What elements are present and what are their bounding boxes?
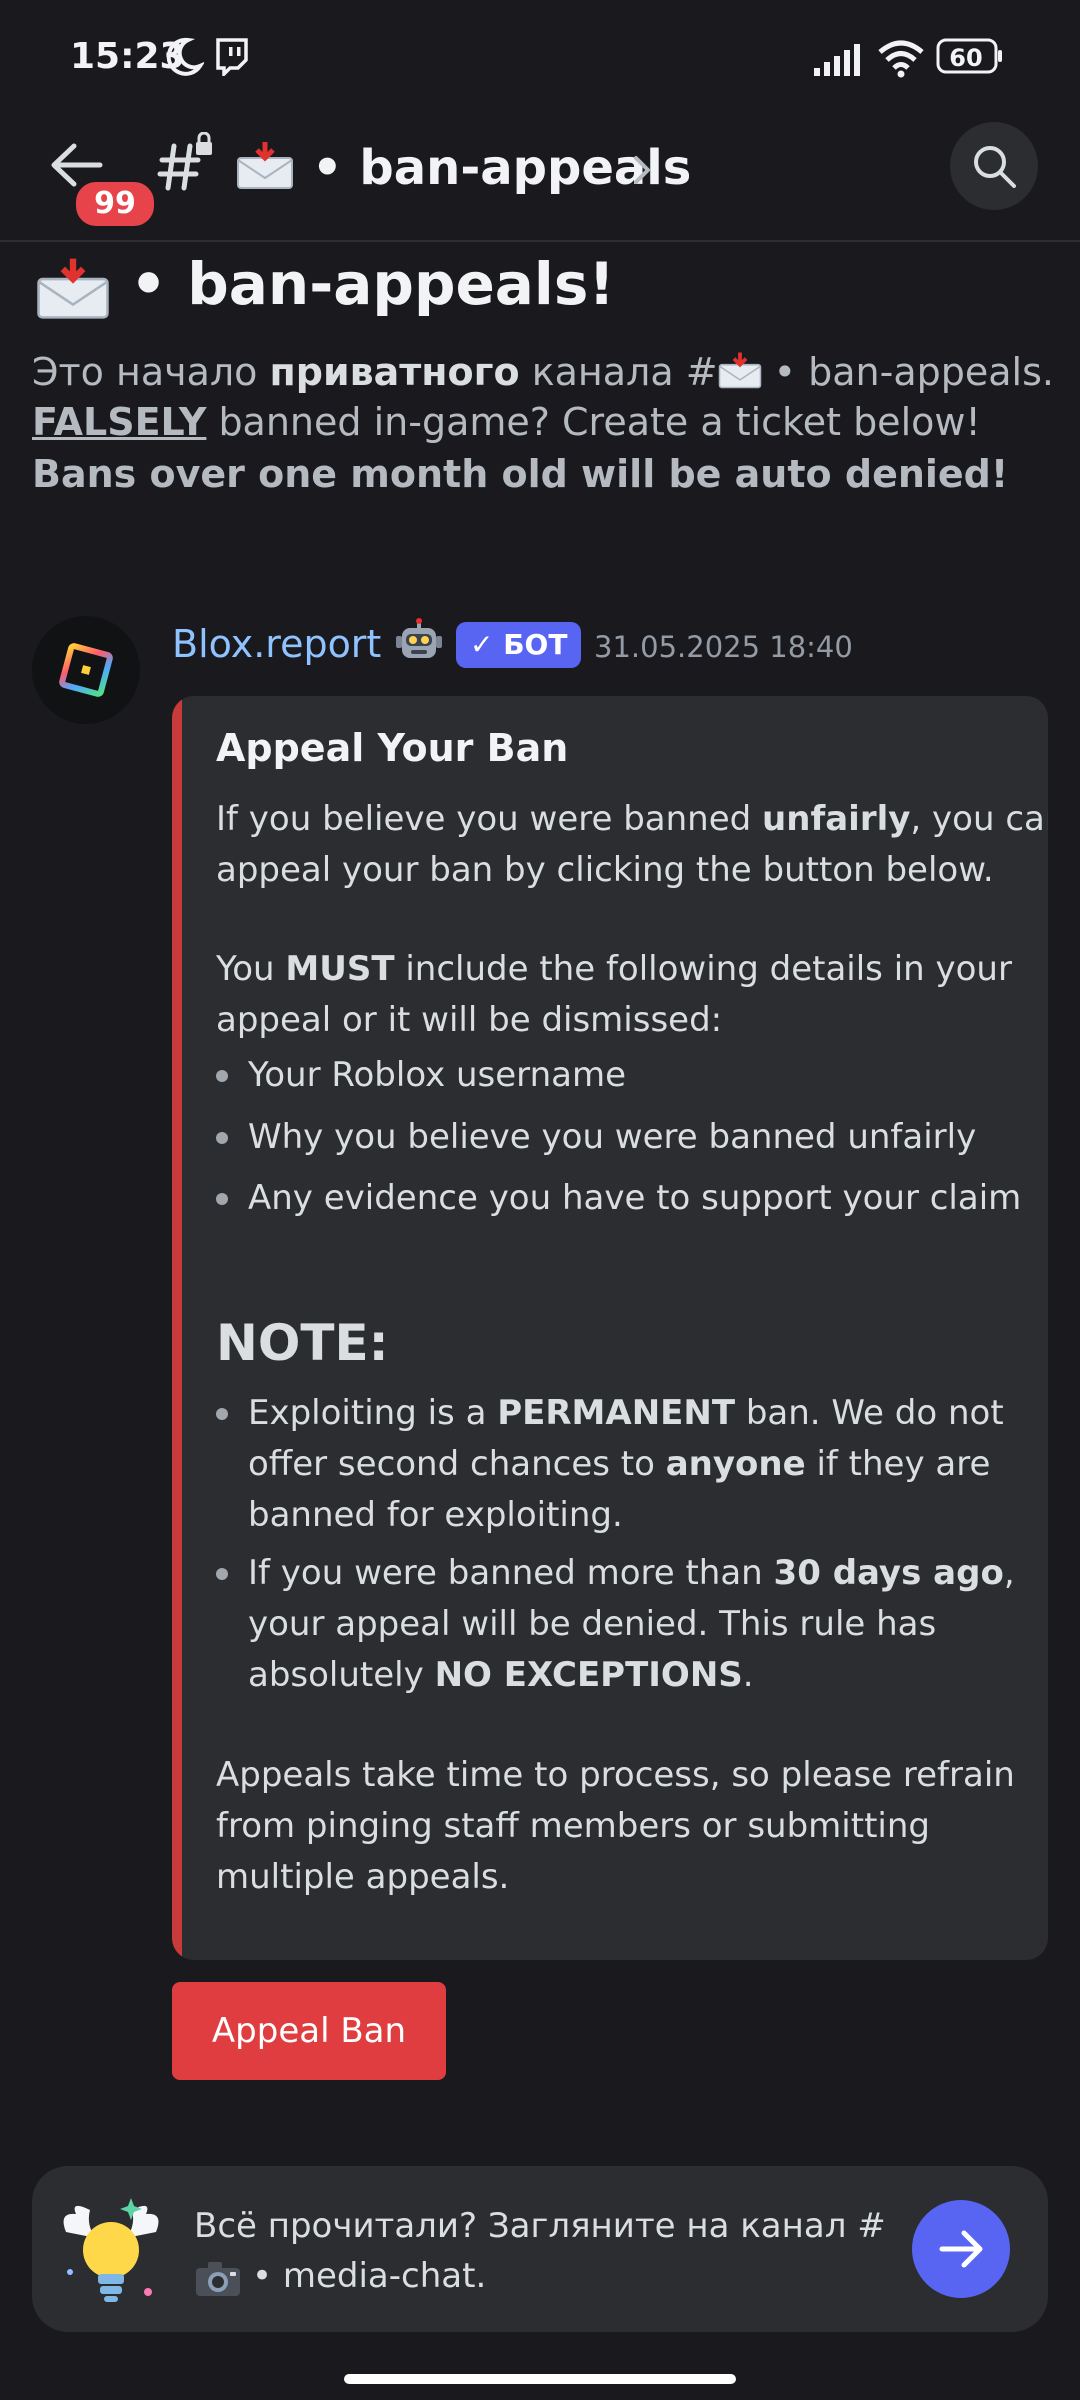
camera-icon <box>196 2262 240 2296</box>
list-item-continued: banned for exploiting. <box>248 1495 623 1535</box>
list-item: Your Roblox username <box>248 1055 626 1095</box>
embed-footer-text: multiple appeals. <box>216 1857 510 1897</box>
banner-text: Всё прочитали? Загляните на канал # <box>194 2206 886 2246</box>
battery-level: 60 <box>949 44 983 72</box>
author-name[interactable]: Blox.report <box>172 622 381 666</box>
embed-footer-text: from pinging staff members or submitting <box>216 1806 930 1846</box>
chevron-right-icon[interactable] <box>630 152 654 188</box>
lightbulb-icon <box>63 2198 159 2302</box>
bullet <box>216 1568 228 1580</box>
note-heading: NOTE: <box>216 1314 389 1372</box>
unread-badge: 99 <box>72 178 158 230</box>
channel-intro-line: Это начало приватного канала # • ban-app… <box>32 350 1054 394</box>
wifi-icon <box>878 40 924 78</box>
list-item-continued: offer second chances to anyone if they a… <box>248 1444 991 1484</box>
embed-footer-text: Appeals take time to process, so please … <box>216 1755 1015 1795</box>
avatar[interactable] <box>32 616 140 724</box>
channel-intro-line: FALSELY banned in-game? Create a ticket … <box>32 400 981 444</box>
appeal-ban-button[interactable]: Appeal Ban <box>172 1982 446 2080</box>
message-timestamp: 31.05.2025 18:40 <box>594 630 853 664</box>
embed-paragraph: appeal or it will be dismissed: <box>216 1000 723 1040</box>
go-to-channel-button[interactable] <box>912 2200 1010 2298</box>
list-item: If you were banned more than 30 days ago… <box>248 1553 1015 1593</box>
channel-suggestion-banner[interactable]: Всё прочитали? Загляните на канал # • me… <box>32 2166 1048 2332</box>
list-item: Exploiting is a PERMANENT ban. We do not <box>248 1393 1004 1433</box>
twitch-icon <box>216 38 248 76</box>
envelope-icon <box>37 258 109 319</box>
message-embed: Appeal Your Ban If you believe you were … <box>172 696 1048 1960</box>
banner-channel-name: • media-chat. <box>252 2256 487 2296</box>
robot-icon <box>396 618 442 658</box>
list-item: Why you believe you were banned unfairly <box>248 1117 977 1157</box>
list-item: Any evidence you have to support your cl… <box>248 1178 1022 1218</box>
list-item-continued: your appeal will be denied. This rule ha… <box>248 1604 937 1644</box>
embed-paragraph: appeal your ban by clicking the button b… <box>216 850 994 890</box>
embed-title: Appeal Your Ban <box>216 726 569 770</box>
embed-paragraph: If you believe you were banned unfairly,… <box>216 799 1048 839</box>
signal-icon <box>814 44 860 76</box>
search-button[interactable] <box>950 122 1038 210</box>
bullet <box>216 1408 228 1420</box>
moon-icon <box>166 37 204 76</box>
embed-accent-bar <box>172 696 182 1960</box>
bullet <box>216 1193 228 1205</box>
search-icon <box>974 146 1016 188</box>
list-item-continued: absolutely NO EXCEPTIONS. <box>248 1655 754 1695</box>
envelope-icon <box>718 352 761 389</box>
channel-intro-warning: Bans over one month old will be auto den… <box>32 452 1009 496</box>
arrow-right-icon <box>939 2230 983 2268</box>
bullet <box>216 1132 228 1144</box>
home-indicator[interactable] <box>344 2374 736 2384</box>
roblox-logo-icon <box>59 643 113 697</box>
hash-lock-icon <box>157 132 212 191</box>
bot-tag: ✓ БОТ <box>456 622 582 668</box>
envelope-icon <box>237 142 293 189</box>
embed-paragraph: You MUST include the following details i… <box>216 949 1012 989</box>
bullet <box>216 1070 228 1082</box>
header-divider <box>0 240 1080 242</box>
channel-intro-title: • ban-appeals! <box>130 250 615 318</box>
